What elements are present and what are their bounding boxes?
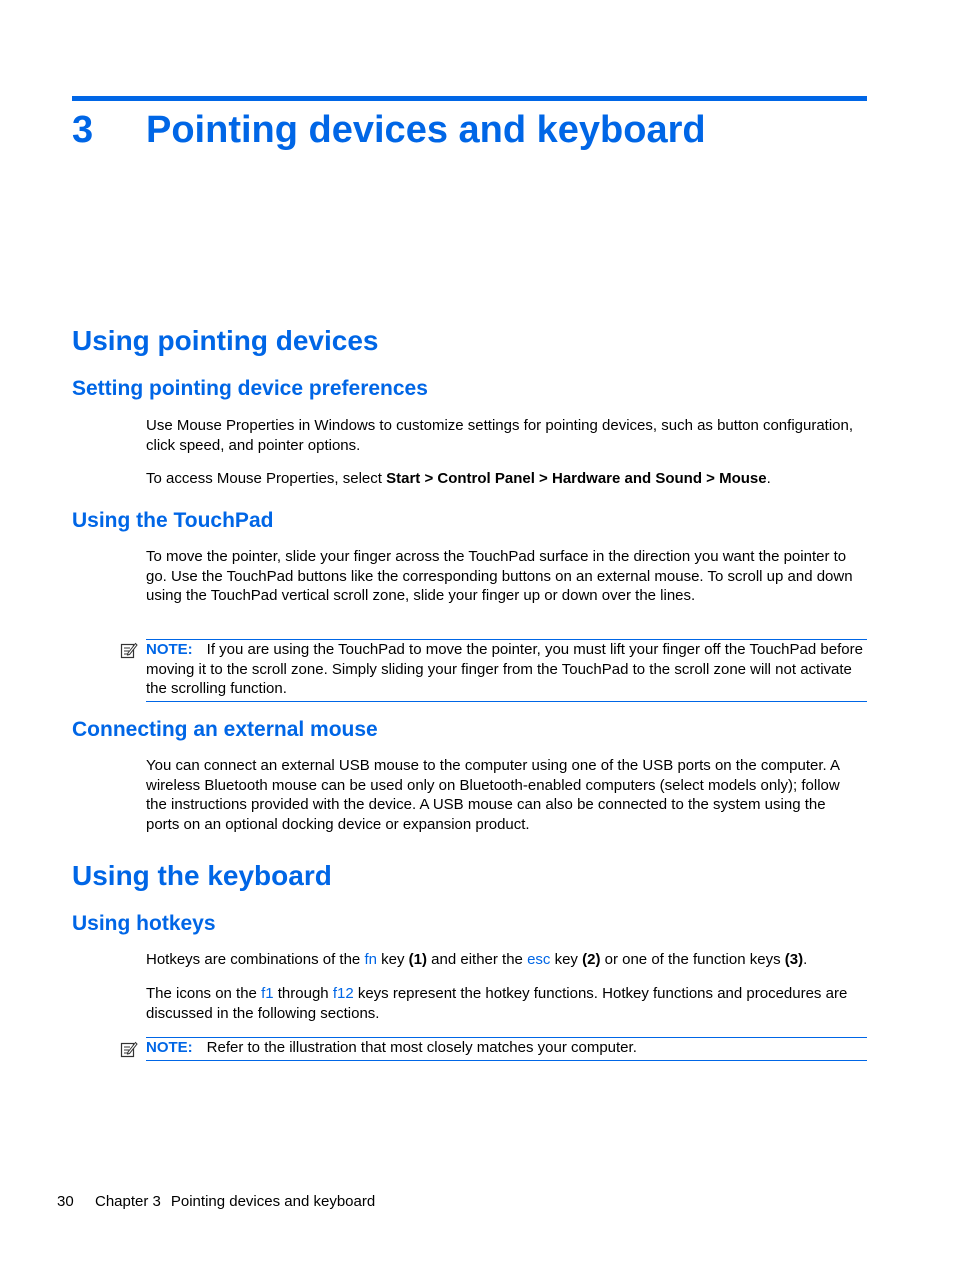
note-label: NOTE:	[146, 641, 193, 658]
subheading-touchpad: Using the TouchPad	[72, 509, 274, 532]
section-heading-keyboard: Using the keyboard	[72, 860, 332, 891]
text: .	[803, 951, 808, 968]
key-f12: f12	[332, 985, 354, 1002]
footer-chapter-label: Chapter 3	[95, 1193, 161, 1210]
text: key	[550, 951, 583, 968]
text: or one of the function keys	[600, 951, 785, 968]
note-text: Refer to the illustration that most clos…	[206, 1039, 637, 1056]
section-heading-pointing-devices: Using pointing devices	[72, 325, 379, 356]
paragraph-external-mouse: You can connect an external USB mouse to…	[146, 757, 840, 833]
paragraph-hotkeys-1: Hotkeys are combinations of the fn key (…	[146, 950, 861, 970]
paragraph-preferences-2: To access Mouse Properties, select Start…	[146, 469, 861, 489]
note-touchpad: NOTE: If you are using the TouchPad to mo…	[146, 639, 867, 702]
note-icon	[120, 1041, 138, 1058]
text: through	[273, 985, 333, 1002]
text: .	[766, 470, 771, 487]
text: Hotkeys are combinations of the	[146, 951, 365, 968]
paragraph-hotkeys-2: The icons on the f1 through f12 keys rep…	[146, 984, 861, 1023]
note-text: If you are using the TouchPad to move th…	[146, 641, 863, 697]
page-number: 30	[57, 1193, 74, 1210]
callout-3: (3)	[784, 951, 804, 968]
menu-path: Start > Control Panel > Hardware and Sou…	[386, 470, 767, 487]
text: key	[376, 951, 409, 968]
callout-2: (2)	[582, 951, 601, 968]
note-icon	[120, 642, 138, 659]
paragraph-preferences-1: Use Mouse Properties in Windows to custo…	[146, 417, 854, 454]
text: and either the	[427, 951, 528, 968]
footer-chapter-title: Pointing devices and keyboard	[170, 1193, 376, 1210]
chapter-rule	[72, 96, 867, 101]
chapter-number: 3	[72, 109, 94, 151]
callout-1: (1)	[408, 951, 427, 968]
subheading-preferences: Setting pointing device preferences	[72, 377, 428, 400]
chapter-title: Pointing devices and keyboard	[146, 109, 706, 151]
text: To access Mouse Properties, select	[146, 470, 387, 487]
note-hotkeys: NOTE: Refer to the illustration that most…	[146, 1037, 867, 1061]
page-footer: 30 Chapter 3 Pointing devices and keyboard	[57, 1192, 375, 1212]
key-esc: esc	[527, 951, 551, 968]
note-label: NOTE:	[146, 1039, 193, 1056]
key-f1: f1	[261, 985, 274, 1002]
subheading-hotkeys: Using hotkeys	[72, 912, 216, 935]
subheading-external-mouse: Connecting an external mouse	[72, 718, 378, 741]
key-fn: fn	[364, 951, 377, 968]
text: The icons on the	[146, 985, 262, 1002]
paragraph-touchpad: To move the pointer, slide your finger a…	[146, 548, 853, 604]
